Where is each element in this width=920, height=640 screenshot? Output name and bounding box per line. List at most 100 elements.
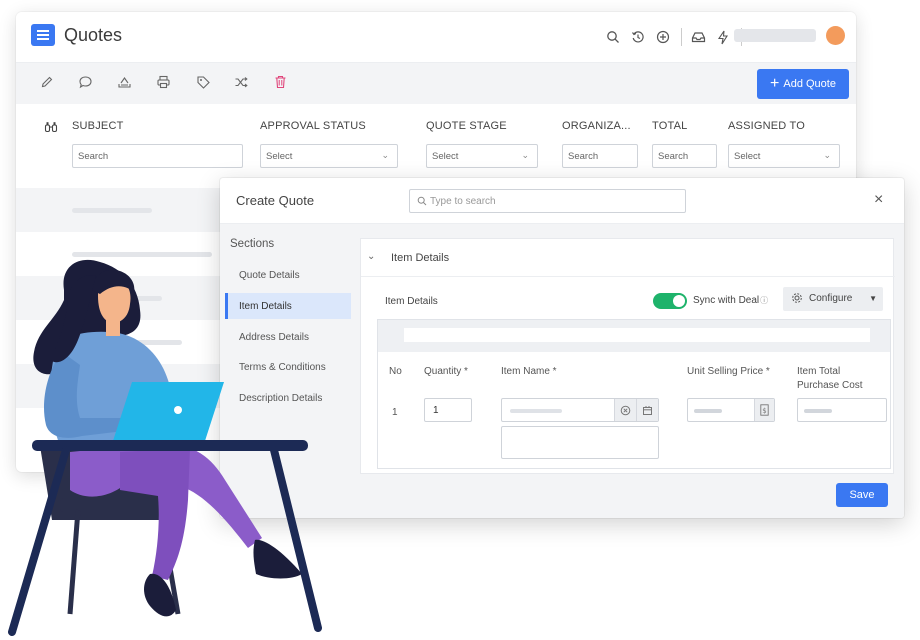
input-placeholder (694, 409, 722, 413)
total-filter-input[interactable]: Search (652, 144, 717, 168)
header-cost-line-1: Item Total (797, 366, 841, 377)
hamburger-menu-icon[interactable] (31, 24, 55, 46)
info-icon: ⓘ (760, 296, 769, 305)
save-button[interactable]: Save (836, 483, 888, 507)
column-header-quote-stage[interactable]: QUOTE STAGE (426, 120, 507, 132)
placeholder-text (72, 252, 212, 257)
table-toolbar-field (404, 328, 870, 342)
gear-icon (791, 292, 803, 307)
catalog-icon[interactable] (636, 399, 658, 421)
input-placeholder (510, 409, 562, 413)
item-name-input[interactable] (501, 398, 659, 422)
placeholder-text (72, 340, 182, 345)
dialog-title: Create Quote (236, 193, 315, 208)
header-cost-line-2: Purchase Cost (797, 380, 863, 391)
item-details-label: Item Details (385, 296, 438, 307)
header-unit-selling-price: Unit Selling Price * (687, 366, 770, 377)
svg-text:$: $ (762, 407, 766, 415)
quantity-input[interactable]: 1 (424, 398, 472, 422)
global-search-placeholder[interactable] (734, 29, 816, 42)
items-table: No Quantity * Item Name * Unit Selling P… (377, 319, 891, 469)
page-title: Quotes (64, 25, 123, 45)
approval-status-filter-value: Select (266, 151, 293, 162)
binoculars-icon[interactable] (44, 120, 58, 138)
placeholder-text (72, 208, 152, 213)
placeholder-text (72, 296, 162, 301)
tag-icon[interactable] (196, 75, 212, 91)
search-icon[interactable] (604, 28, 622, 46)
panel-header[interactable]: ⌄ Item Details (361, 239, 895, 277)
chevron-down-icon: ⌄ (521, 150, 529, 160)
edit-icon[interactable] (40, 75, 56, 91)
assigned-to-filter-value: Select (734, 151, 761, 162)
sync-with-deal-text: Sync with Deal (693, 295, 760, 306)
clear-icon[interactable] (614, 399, 636, 421)
section-item-details[interactable]: Item Details (225, 293, 351, 319)
assigned-to-filter-select[interactable]: Select ⌄ (728, 144, 840, 168)
subject-filter-placeholder: Search (78, 151, 109, 162)
history-icon[interactable] (629, 28, 647, 46)
row-number: 1 (392, 407, 398, 418)
top-icons (604, 28, 749, 46)
shuffle-icon[interactable] (234, 75, 250, 91)
organization-filter-input[interactable]: Search (562, 144, 638, 168)
comment-icon[interactable] (78, 75, 94, 91)
quote-stage-filter-value: Select (432, 151, 459, 162)
print-icon[interactable] (156, 75, 172, 91)
quote-stage-filter-select[interactable]: Select ⌄ (426, 144, 538, 168)
item-description-input[interactable] (501, 426, 659, 459)
search-icon (417, 196, 427, 209)
delete-icon[interactable] (274, 75, 290, 91)
header-no: No (389, 366, 402, 377)
total-filter-placeholder: Search (658, 151, 689, 162)
item-total-purchase-cost-input[interactable] (797, 398, 887, 422)
column-header-subject[interactable]: SUBJECT (72, 120, 124, 132)
column-header-assigned-to[interactable]: ASSIGNED TO (728, 120, 805, 132)
create-quote-dialog: Create Quote Type to search × Sections Q… (220, 178, 904, 518)
caret-down-icon: ▼ (869, 294, 877, 303)
header-item-name: Item Name * (501, 366, 557, 377)
lightning-icon[interactable] (714, 28, 732, 46)
action-toolbar: + Add Quote (16, 62, 856, 104)
section-description-details[interactable]: Description Details (225, 385, 351, 411)
configure-label: Configure (809, 293, 853, 304)
sections-title: Sections (230, 238, 275, 250)
dialog-search-input[interactable]: Type to search (409, 189, 686, 213)
dialog-header: Create Quote Type to search × (220, 178, 904, 224)
chevron-down-icon: ⌄ (823, 150, 831, 160)
section-quote-details[interactable]: Quote Details (225, 262, 351, 288)
subject-filter-input[interactable]: Search (72, 144, 243, 168)
approval-status-filter-select[interactable]: Select ⌄ (260, 144, 398, 168)
panel-title: Item Details (391, 252, 450, 264)
add-circle-icon[interactable] (654, 28, 672, 46)
chevron-down-icon[interactable]: ⌄ (367, 251, 375, 262)
add-quote-label: Add Quote (783, 78, 836, 90)
plus-icon: + (770, 75, 780, 92)
column-header-organization[interactable]: ORGANIZA... (562, 120, 631, 132)
chevron-down-icon: ⌄ (381, 150, 389, 160)
table-toolbar (378, 320, 890, 352)
inbox-icon[interactable] (689, 28, 707, 46)
currency-icon[interactable]: $ (754, 399, 774, 421)
dialog-main: ⌄ Item Details Item Details Sync with De… (358, 224, 904, 518)
close-icon[interactable]: × (874, 191, 883, 209)
header-quantity: Quantity * (424, 366, 468, 377)
section-address-details[interactable]: Address Details (225, 324, 351, 350)
header-item-total-purchase-cost: Item Total Purchase Cost (797, 365, 863, 393)
configure-button[interactable]: Configure ▼ (783, 287, 883, 311)
sync-with-deal-label: Sync with Dealⓘ (693, 295, 768, 306)
unit-selling-price-input[interactable]: $ (687, 398, 775, 422)
input-placeholder (804, 409, 832, 413)
column-header-total[interactable]: TOTAL (652, 120, 687, 132)
column-header-approval-status[interactable]: APPROVAL STATUS (260, 120, 366, 132)
dialog-search-placeholder: Type to search (430, 196, 496, 207)
divider (681, 28, 682, 46)
sync-with-deal-toggle[interactable] (653, 293, 687, 309)
section-terms-conditions[interactable]: Terms & Conditions (225, 354, 351, 380)
upload-icon[interactable] (117, 75, 133, 91)
organization-filter-placeholder: Search (568, 151, 599, 162)
sections-sidebar: Sections Quote Details Item Details Addr… (220, 224, 358, 518)
avatar[interactable] (826, 26, 845, 45)
list-header: SUBJECT APPROVAL STATUS QUOTE STAGE ORGA… (16, 104, 856, 184)
add-quote-button[interactable]: + Add Quote (757, 69, 849, 99)
